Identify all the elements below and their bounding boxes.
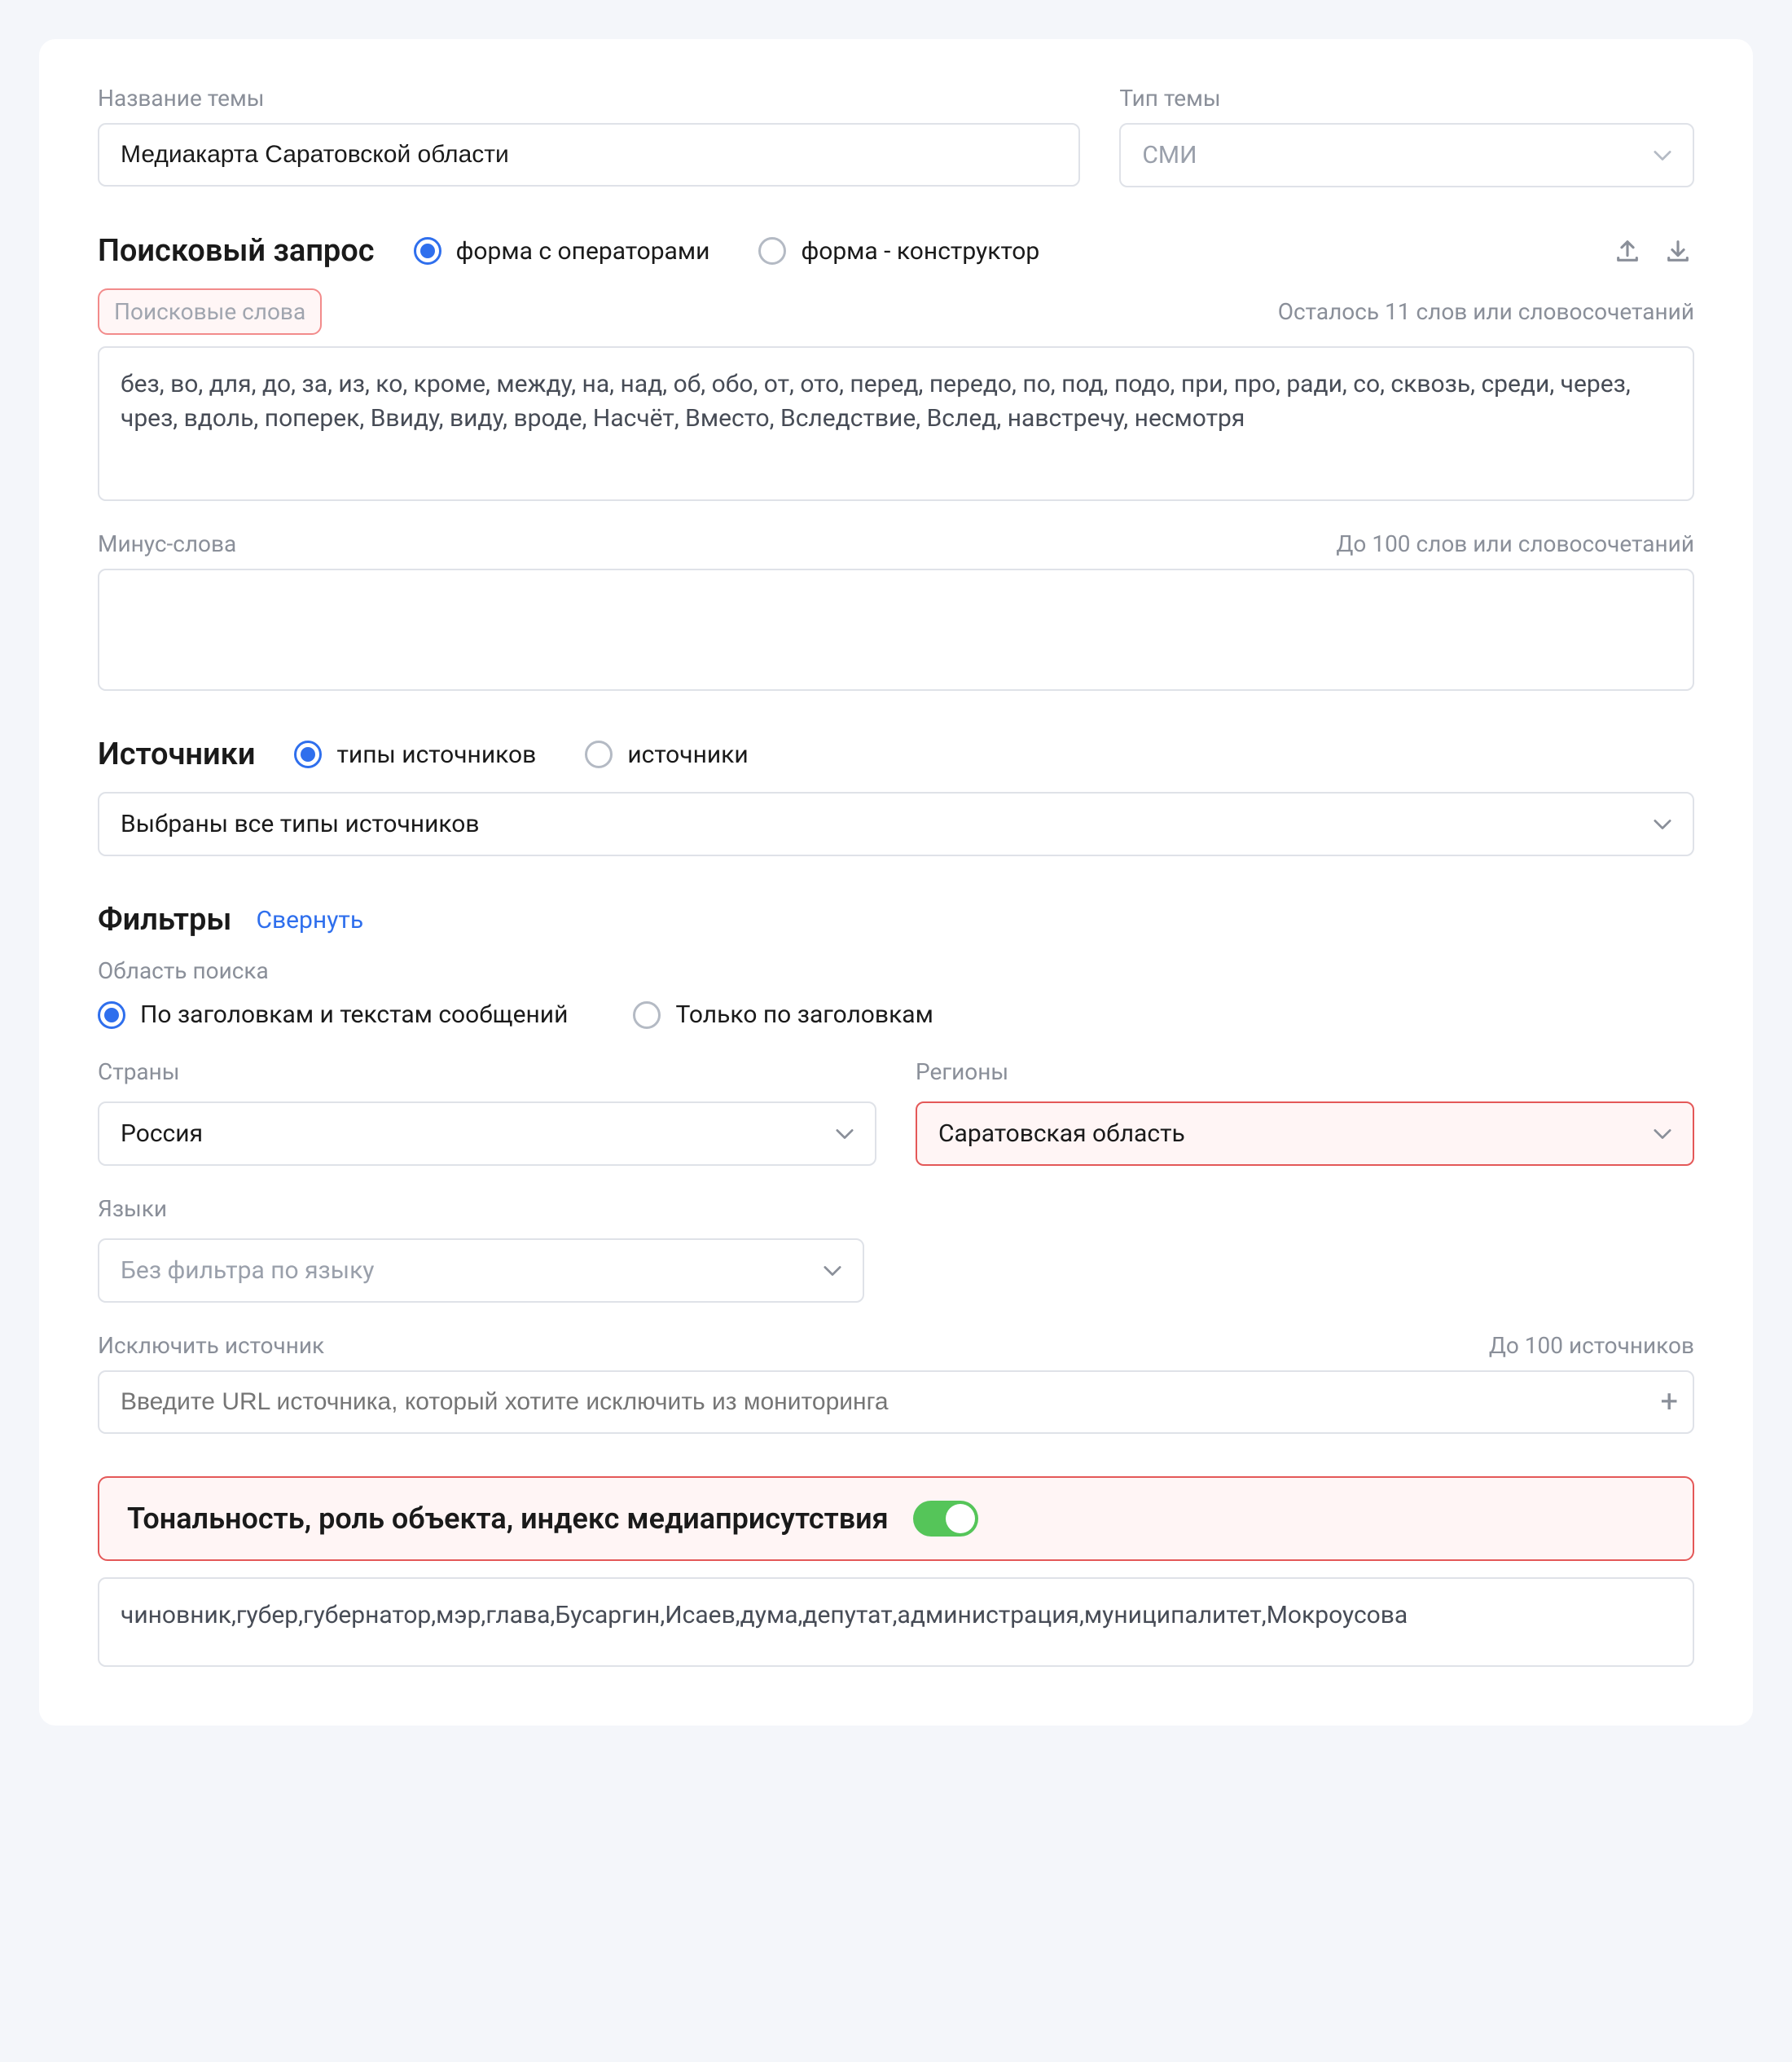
- download-icon[interactable]: [1662, 235, 1694, 267]
- query-form-radio-group: форма с операторами форма - конструктор: [414, 237, 1572, 266]
- radio-headlines-only[interactable]: Только по заголовкам: [633, 1000, 933, 1029]
- topic-name-input[interactable]: [98, 123, 1080, 187]
- chevron-down-icon: [824, 1262, 841, 1280]
- add-exclude-button[interactable]: +: [1660, 1387, 1678, 1418]
- chevron-down-icon: [1654, 147, 1671, 165]
- topic-type-label: Тип темы: [1119, 85, 1694, 112]
- filters-title: Фильтры: [98, 902, 231, 938]
- radio-form-operators[interactable]: форма с операторами: [414, 237, 710, 266]
- countries-select[interactable]: Россия: [98, 1101, 876, 1166]
- regions-label: Регионы: [916, 1058, 1694, 1085]
- exclude-input-row: +: [98, 1370, 1694, 1434]
- sources-head: Источники типы источников источники: [98, 736, 1694, 772]
- radio-sources[interactable]: источники: [585, 741, 748, 769]
- radio-headlines-texts[interactable]: По заголовкам и текстам сообщений: [98, 1000, 568, 1029]
- radio-outer-icon: [294, 741, 322, 768]
- radio-form-operators-label: форма с операторами: [456, 237, 710, 266]
- minus-label: Минус-слова: [98, 530, 236, 557]
- country-region-row: Страны Россия Регионы Саратовская област…: [98, 1058, 1694, 1166]
- query-head-icons: [1611, 235, 1694, 267]
- topic-type-col: Тип темы СМИ: [1119, 85, 1694, 187]
- topic-name-label: Название темы: [98, 85, 1080, 112]
- tone-objects-textarea[interactable]: чиновник,губер,губернатор,мэр,глава,Буса…: [98, 1577, 1694, 1667]
- tone-toggle-panel: Тональность, роль объекта, индекс медиап…: [98, 1476, 1694, 1561]
- languages-block: Языки Без фильтра по языку: [98, 1195, 1694, 1303]
- languages-select[interactable]: Без фильтра по языку: [98, 1238, 864, 1303]
- minus-textarea[interactable]: [98, 569, 1694, 691]
- toggle-knob-icon: [946, 1504, 975, 1533]
- keywords-value: без, во, для, до, за, из, ко, кроме, меж…: [121, 370, 1631, 433]
- countries-value: Россия: [121, 1119, 203, 1148]
- radio-outer-icon: [633, 1001, 661, 1029]
- topic-name-col: Название темы: [98, 85, 1080, 187]
- countries-col: Страны Россия: [98, 1058, 876, 1166]
- exclude-hint: До 100 источников: [1489, 1332, 1694, 1359]
- search-query-head: Поисковый запрос форма с операторами фор…: [98, 233, 1694, 269]
- languages-label: Языки: [98, 1195, 1694, 1222]
- minus-hint: До 100 слов или словосочетаний: [1336, 530, 1694, 557]
- regions-select[interactable]: Саратовская область: [916, 1101, 1694, 1166]
- radio-outer-icon: [758, 237, 786, 265]
- chevron-down-icon: [1654, 816, 1671, 833]
- sources-title: Источники: [98, 736, 255, 772]
- radio-outer-icon: [585, 741, 613, 768]
- radio-source-types[interactable]: типы источников: [294, 741, 536, 769]
- radio-outer-icon: [98, 1001, 125, 1029]
- topic-type-select[interactable]: СМИ: [1119, 123, 1694, 187]
- radio-outer-icon: [414, 237, 441, 265]
- tone-objects-value: чиновник,губер,губернатор,мэр,глава,Буса…: [121, 1601, 1408, 1629]
- countries-label: Страны: [98, 1058, 876, 1085]
- minus-sublabel-row: Минус-слова До 100 слов или словосочетан…: [98, 530, 1694, 557]
- regions-value: Саратовская область: [938, 1119, 1185, 1148]
- topic-type-value: СМИ: [1142, 141, 1197, 169]
- source-types-select[interactable]: Выбраны все типы источников: [98, 792, 1694, 856]
- tone-panel-title: Тональность, роль объекта, индекс медиап…: [127, 1501, 889, 1536]
- keywords-textarea[interactable]: без, во, для, до, за, из, ко, кроме, меж…: [98, 346, 1694, 501]
- radio-headlines-only-label: Только по заголовкам: [675, 1000, 933, 1029]
- tone-toggle[interactable]: [913, 1501, 978, 1537]
- search-area-radio-group: По заголовкам и текстам сообщений Только…: [98, 1000, 1694, 1029]
- radio-headlines-texts-label: По заголовкам и текстам сообщений: [140, 1000, 568, 1029]
- sources-radio-group: типы источников источники: [294, 741, 1694, 769]
- languages-value: Без фильтра по языку: [121, 1256, 374, 1285]
- filters-head: Фильтры Свернуть: [98, 902, 1694, 938]
- radio-sources-label: источники: [627, 741, 748, 769]
- search-area-label: Область поиска: [98, 957, 1694, 984]
- keywords-label-highlight: Поисковые слова: [98, 288, 322, 335]
- chevron-down-icon: [836, 1125, 854, 1143]
- radio-form-constructor-label: форма - конструктор: [801, 237, 1039, 266]
- form-card: Название темы Тип темы СМИ Поисковый зап…: [39, 39, 1753, 1726]
- source-types-value: Выбраны все типы источников: [121, 810, 480, 838]
- radio-source-types-label: типы источников: [336, 741, 536, 769]
- regions-col: Регионы Саратовская область: [916, 1058, 1694, 1166]
- keywords-hint: Осталось 11 слов или словосочетаний: [1278, 298, 1694, 325]
- topic-row: Название темы Тип темы СМИ: [98, 85, 1694, 187]
- exclude-source-input[interactable]: [98, 1370, 1694, 1434]
- filters-collapse-link[interactable]: Свернуть: [256, 906, 363, 934]
- upload-icon[interactable]: [1611, 235, 1644, 267]
- exclude-label: Исключить источник: [98, 1332, 324, 1359]
- exclude-sublabel-row: Исключить источник До 100 источников: [98, 1332, 1694, 1359]
- search-query-title: Поисковый запрос: [98, 233, 375, 269]
- radio-form-constructor[interactable]: форма - конструктор: [758, 237, 1039, 266]
- chevron-down-icon: [1654, 1125, 1671, 1143]
- keywords-sublabel-row: Поисковые слова Осталось 11 слов или сло…: [98, 288, 1694, 335]
